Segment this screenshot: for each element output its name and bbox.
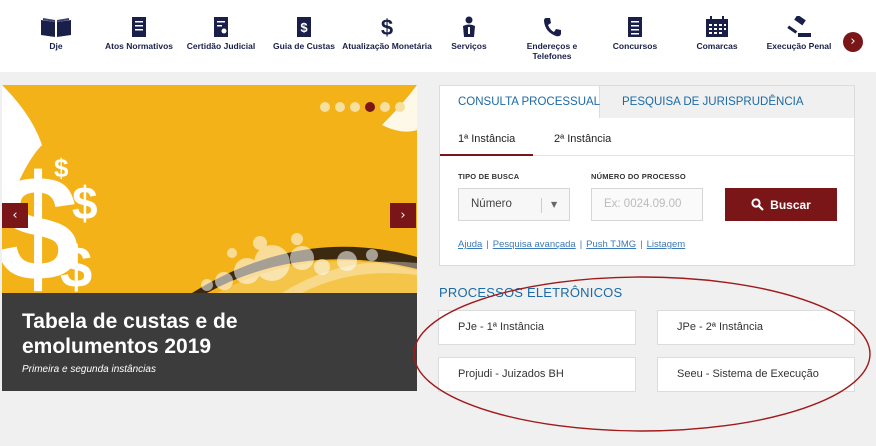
certificate-icon: [214, 17, 228, 37]
link-ajuda[interactable]: Ajuda: [458, 239, 482, 250]
caret-down-icon: ▼: [551, 200, 558, 209]
link-push-tjmg[interactable]: Push TJMG: [586, 239, 636, 250]
link-separator: |: [486, 239, 489, 250]
link-separator: |: [640, 239, 643, 250]
tab-consulta-processual[interactable]: CONSULTA PROCESSUAL: [440, 86, 600, 118]
svg-text:$: $: [60, 235, 92, 300]
nav-label: Execução Penal: [766, 41, 832, 51]
dollar-document-icon: $: [297, 17, 311, 37]
svg-text:$: $: [54, 153, 69, 183]
nav-item-execucao-penal[interactable]: Execução Penal: [754, 16, 844, 51]
carousel-dot[interactable]: [335, 102, 345, 112]
gavel-icon: [787, 16, 811, 37]
nav-label: Atos Normativos: [104, 41, 173, 51]
carousel-dot[interactable]: [320, 102, 330, 112]
nav-item-dje[interactable]: Dje: [11, 16, 101, 51]
buscar-label: Buscar: [770, 197, 811, 212]
phone-icon: [544, 18, 561, 37]
list-document-icon: [628, 17, 642, 37]
info-person-icon: [463, 16, 475, 37]
carousel-dot[interactable]: [395, 102, 405, 112]
carousel-dot[interactable]: [380, 102, 390, 112]
nav-item-atos-normativos[interactable]: Atos Normativos: [94, 16, 184, 51]
jpe-segunda-instancia-button[interactable]: JPe - 2ª Instância: [657, 310, 855, 345]
numero-processo-label: NÚMERO DO PROCESSO: [591, 172, 686, 181]
tab-primeira-instancia[interactable]: 1ª Instância: [440, 118, 534, 156]
calendar-icon: [706, 16, 728, 37]
processos-eletronicos-title: PROCESSOS ELETRÔNICOS: [439, 285, 623, 300]
search-icon: [751, 198, 764, 211]
carousel-dot[interactable]: [365, 102, 375, 112]
projudi-juizados-button[interactable]: Projudi - Juizados BH: [438, 357, 636, 392]
link-separator: |: [579, 239, 583, 250]
banner-subtitle: Primeira e segunda instâncias: [22, 364, 156, 375]
link-pesquisa-avancada[interactable]: Pesquisa avançada: [493, 239, 576, 250]
select-divider: [541, 198, 542, 213]
nav-next-button[interactable]: ›: [843, 32, 863, 52]
chevron-right-icon: ›: [850, 34, 856, 49]
tab-pesquisa-jurisprudencia[interactable]: PESQUISA DE JURISPRUDÊNCIA: [604, 86, 821, 118]
chevron-right-icon: ›: [400, 208, 406, 223]
seeu-sistema-execucao-button[interactable]: Seeu - Sistema de Execução: [657, 357, 855, 392]
search-links: Ajuda | Pesquisa avançada | Push TJMG | Listag…: [458, 239, 685, 250]
buscar-button[interactable]: Buscar: [725, 188, 837, 221]
nav-label: Dje: [49, 41, 63, 51]
nav-label: Comarcas: [696, 41, 738, 51]
tipo-busca-label: TIPO DE BUSCA: [458, 172, 520, 181]
nav-label: Concursos: [612, 41, 658, 51]
banner-title[interactable]: Tabela de custas e de emolumentos 2019: [22, 309, 282, 359]
book-icon: [41, 18, 71, 37]
nav-label: Serviços: [451, 41, 487, 51]
carousel-prev-button[interactable]: ‹: [2, 203, 28, 228]
carousel-next-button[interactable]: ›: [390, 203, 416, 228]
document-icon: [132, 17, 146, 37]
svg-text:$: $: [381, 16, 393, 38]
pje-primeira-instancia-button[interactable]: PJe - 1ª Instância: [438, 310, 636, 345]
carousel-dot[interactable]: [350, 102, 360, 112]
svg-text:$: $: [300, 20, 308, 35]
nav-label: Endereços e Telefones: [526, 41, 578, 61]
tipo-busca-select[interactable]: Número ▼: [458, 188, 570, 221]
nav-item-guia-de-custas[interactable]: $ Guia de Custas: [259, 16, 349, 51]
link-listagem[interactable]: Listagem: [647, 239, 686, 250]
svg-text:$: $: [72, 177, 98, 229]
nav-item-concursos[interactable]: Concursos: [590, 16, 680, 51]
main-tabs: CONSULTA PROCESSUAL PESQUISA DE JURISPRU…: [440, 86, 854, 118]
nav-item-servicos[interactable]: Serviços: [424, 16, 514, 51]
nav-item-comarcas[interactable]: Comarcas: [672, 16, 762, 51]
consulta-panel: CONSULTA PROCESSUAL PESQUISA DE JURISPRU…: [439, 85, 855, 266]
nav-item-enderecos-telefones[interactable]: Endereços e Telefones: [507, 16, 597, 61]
tab-segunda-instancia[interactable]: 2ª Instância: [536, 118, 629, 156]
dollar-icon: $: [381, 16, 393, 38]
banner-carousel[interactable]: $ $ $ $ ‹ › Tabela de custas e de emolum…: [2, 85, 417, 391]
instance-tabs: 1ª Instância 2ª Instância: [440, 118, 854, 156]
top-nav: Dje Atos Normativos Certidão Judicial $ …: [0, 0, 876, 72]
tipo-busca-value: Número: [471, 198, 512, 210]
nav-item-atualizacao-monetaria[interactable]: $ Atualização Monetária: [342, 16, 432, 51]
chevron-left-icon: ‹: [12, 208, 18, 223]
banner-caption[interactable]: Tabela de custas e de emolumentos 2019 P…: [2, 293, 417, 391]
numero-processo-input[interactable]: Ex: 0024.09.00: [591, 188, 703, 221]
nav-label: Certidão Judicial: [186, 41, 256, 51]
carousel-dots: [320, 102, 405, 112]
nav-item-certidao-judicial[interactable]: Certidão Judicial: [176, 16, 266, 51]
nav-label: Guia de Custas: [273, 41, 335, 51]
nav-label: Atualização Monetária: [342, 41, 432, 51]
